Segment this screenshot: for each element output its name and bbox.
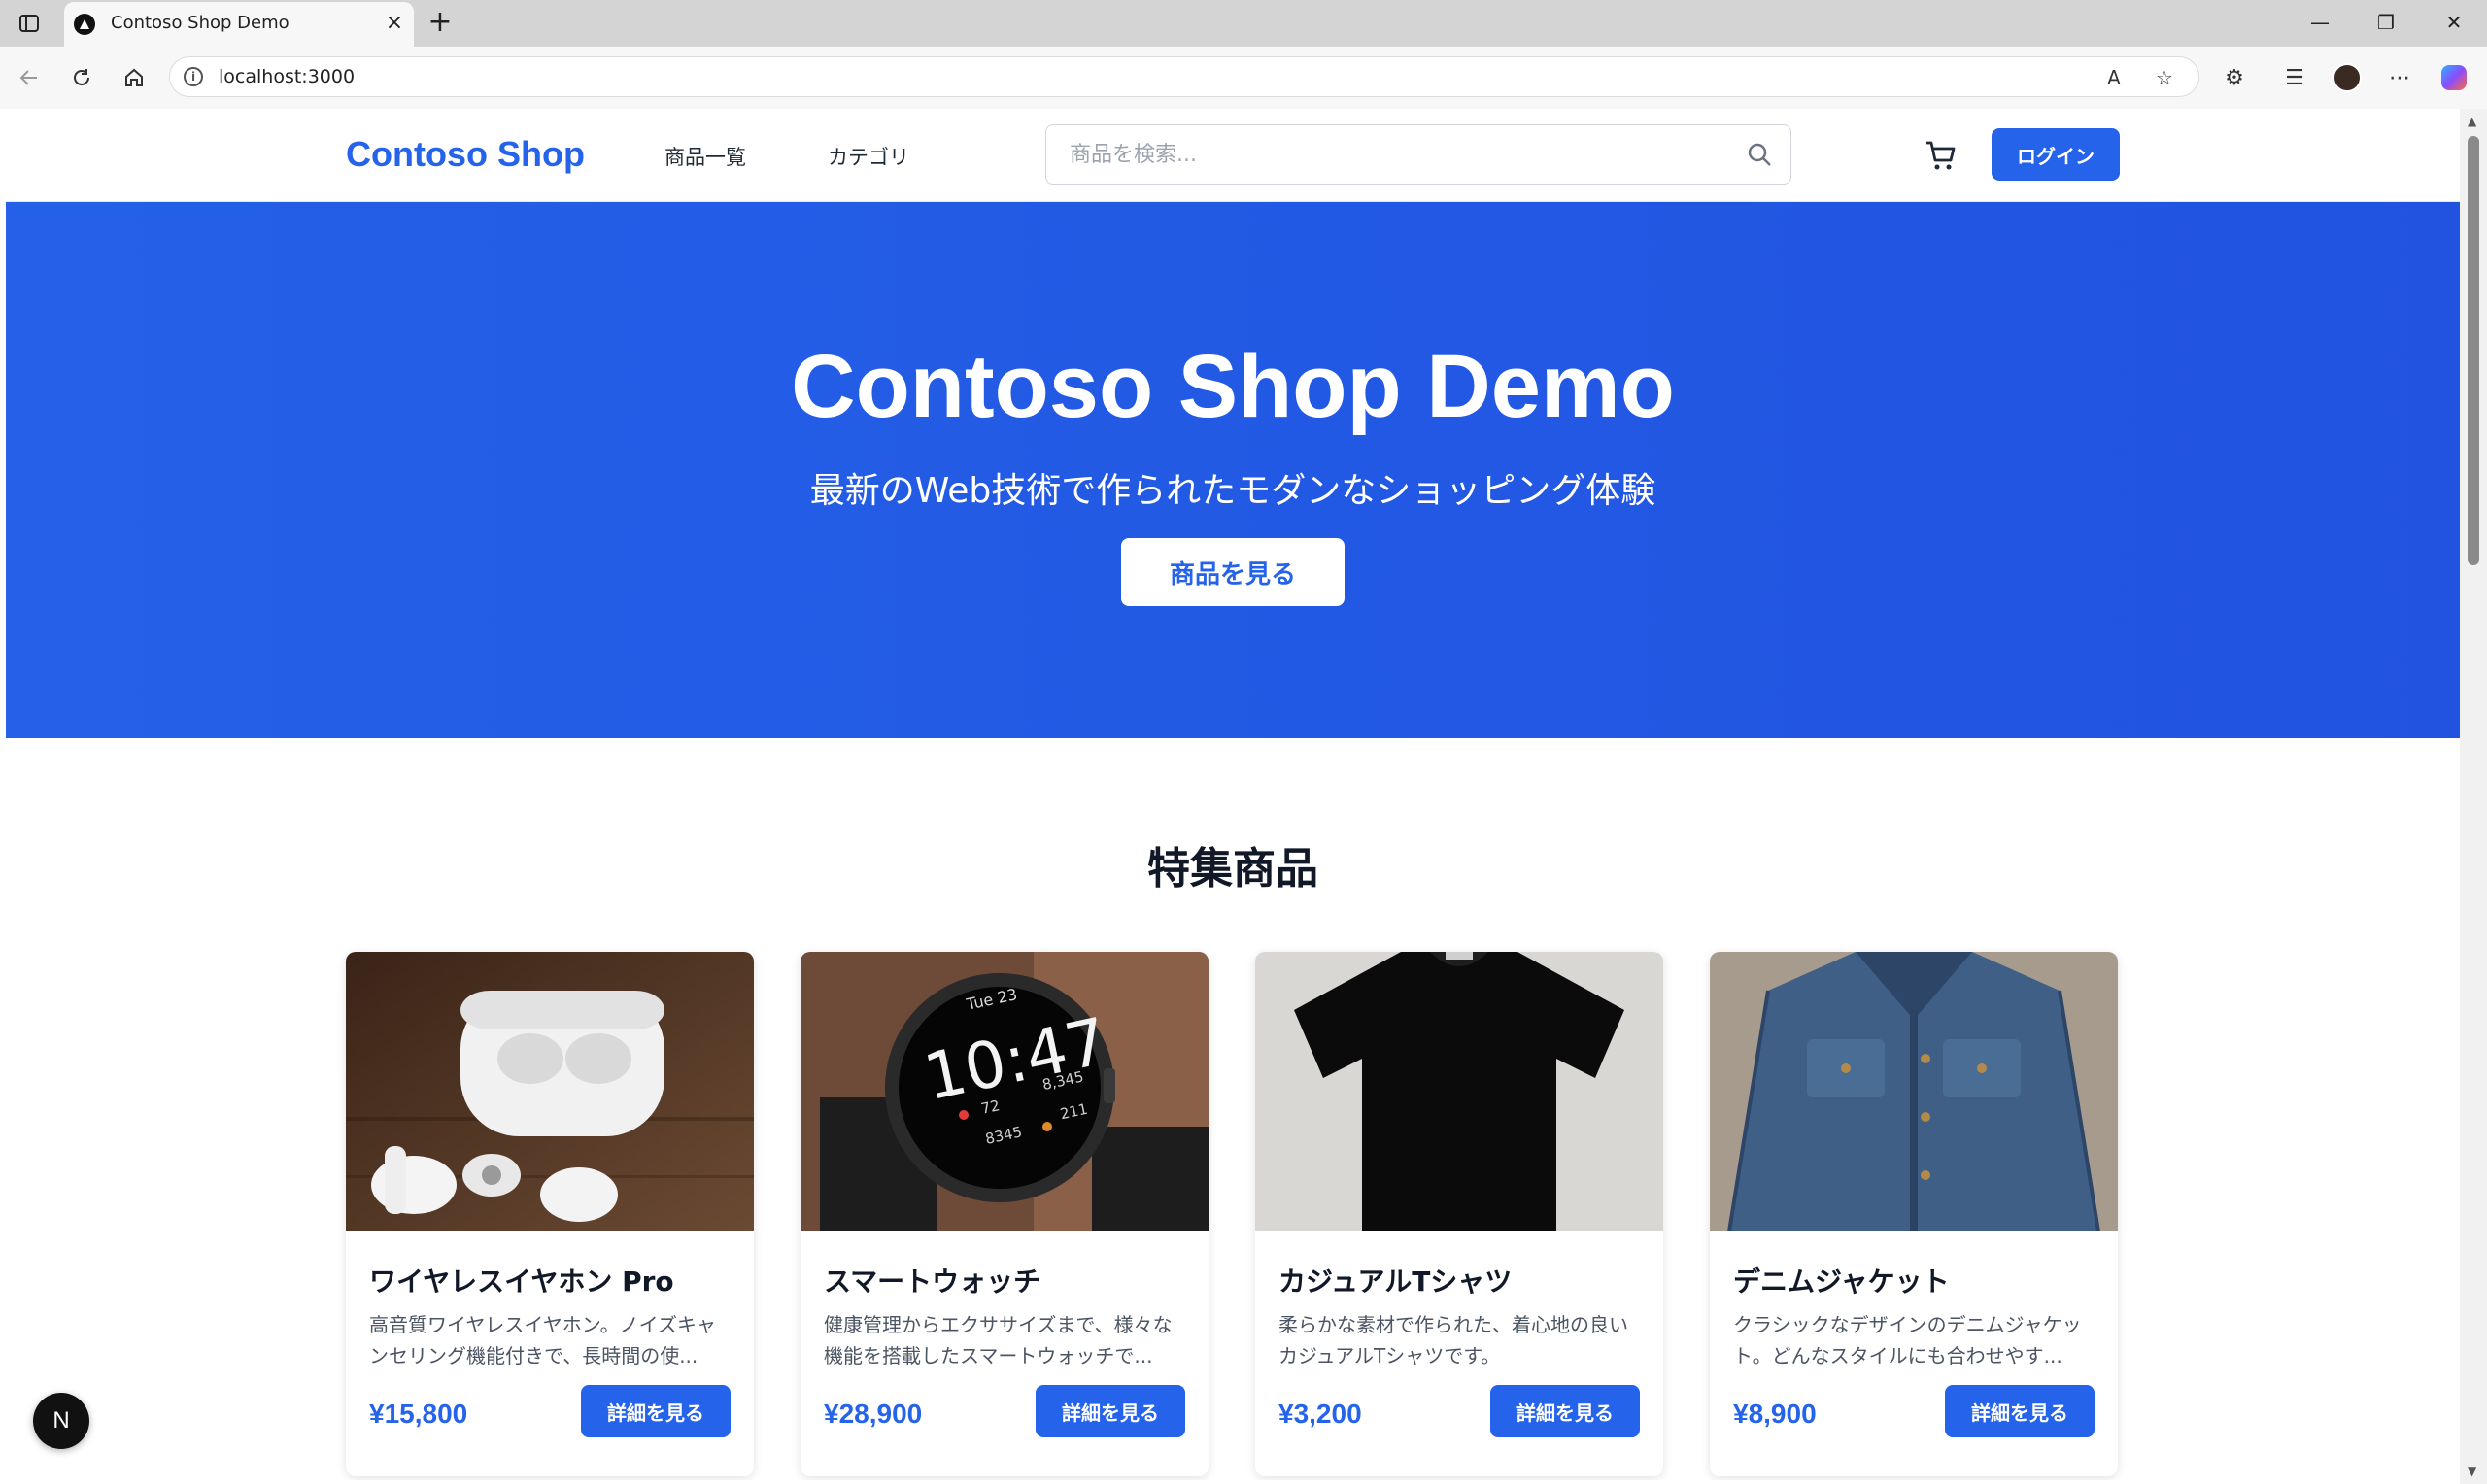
extensions-icon[interactable]: ⚙ (2217, 60, 2252, 95)
product-name: スマートウォッチ (824, 1265, 1041, 1298)
copilot-icon[interactable] (2436, 60, 2471, 95)
product-name: デニムジャケット (1733, 1265, 1950, 1298)
product-name: ワイヤレスイヤホン Pro (369, 1265, 674, 1298)
search-box (1045, 124, 1791, 185)
tab-close-icon[interactable]: × (383, 12, 406, 35)
new-tab-button[interactable]: + (426, 8, 455, 37)
minimize-icon[interactable]: — (2300, 8, 2339, 37)
hero-title: Contoso Shop Demo (791, 337, 1675, 436)
product-card[interactable]: Tue 23 10:47 72 8,345 8345 211 スマートウォッチ … (801, 952, 1209, 1476)
product-name: カジュアルTシャツ (1278, 1265, 1513, 1298)
favorites-icon[interactable]: ☰ (2277, 60, 2312, 95)
nav-products-link[interactable]: 商品一覧 (664, 142, 746, 171)
product-detail-button[interactable]: 詳細を見る (581, 1385, 731, 1437)
product-price: ¥8,900 (1733, 1399, 1817, 1429)
reload-icon[interactable] (64, 60, 99, 95)
site-info-icon[interactable]: i (184, 67, 203, 86)
product-image-earbuds[interactable] (346, 952, 754, 1231)
site-header: Contoso Shop 商品一覧 カテゴリ ログイン (6, 109, 2460, 202)
url-text[interactable]: localhost:3000 (219, 66, 355, 87)
restore-icon[interactable]: ❐ (2367, 8, 2405, 37)
tab-title: Contoso Shop Demo (111, 13, 290, 33)
nextjs-devtools-button[interactable]: N (33, 1393, 89, 1449)
search-icon[interactable] (1746, 141, 1773, 168)
home-icon[interactable] (117, 60, 152, 95)
scroll-up-icon[interactable]: ▲ (2468, 115, 2476, 128)
read-aloud-icon[interactable]: A (2101, 65, 2127, 90)
product-detail-button[interactable]: 詳細を見る (1945, 1385, 2095, 1437)
hero-banner: Contoso Shop Demo 最新のWeb技術で作られたモダンなショッピン… (6, 202, 2460, 738)
page-scrollbar[interactable]: ▲ ▼ (2460, 109, 2487, 1484)
hero-subtitle: 最新のWeb技術で作られたモダンなショッピング体験 (809, 471, 1656, 511)
window-close-icon[interactable]: ✕ (2435, 8, 2473, 37)
page-viewport: Contoso Shop 商品一覧 カテゴリ ログイン Contoso Shop… (6, 109, 2460, 1480)
browser-toolbar: i localhost:3000 A ☆ ⚙ ☰ ⋯ (0, 47, 2487, 109)
product-description: 柔らかな素材で作られた、着心地の良いカジュアルTシャツです。 (1278, 1313, 1628, 1367)
product-description: 健康管理からエクササイズまで、様々な機能を搭載したスマートウォッチで... (824, 1313, 1173, 1367)
product-card[interactable]: ワイヤレスイヤホン Pro 高音質ワイヤレスイヤホン。ノイズキャンセリング機能付… (346, 952, 754, 1476)
scrollbar-thumb[interactable] (2468, 136, 2479, 565)
back-icon[interactable] (12, 60, 47, 95)
product-price: ¥3,200 (1278, 1399, 1362, 1429)
more-menu-icon[interactable]: ⋯ (2382, 60, 2417, 95)
browser-tab-bar: Contoso Shop Demo × + — ❐ ✕ (0, 0, 2487, 47)
favorite-star-icon[interactable]: ☆ (2152, 65, 2177, 90)
product-card[interactable]: カジュアルTシャツ 柔らかな素材で作られた、着心地の良いカジュアルTシャツです。… (1255, 952, 1663, 1476)
view-products-button[interactable]: 商品を見る (1121, 538, 1345, 606)
product-price: ¥28,900 (824, 1399, 923, 1429)
cart-icon[interactable] (1924, 138, 1959, 173)
scroll-down-icon[interactable]: ▼ (2468, 1465, 2476, 1478)
product-description: 高音質ワイヤレスイヤホン。ノイズキャンセリング機能付きで、長時間の使... (369, 1313, 716, 1367)
nextjs-favicon-icon (74, 14, 95, 35)
address-bar[interactable]: i localhost:3000 A ☆ (169, 56, 2199, 97)
login-button[interactable]: ログイン (1992, 128, 2120, 181)
browser-tab-active[interactable]: Contoso Shop Demo × (64, 2, 414, 47)
product-image-smartwatch[interactable]: Tue 23 10:47 72 8,345 8345 211 (801, 952, 1209, 1231)
search-input[interactable] (1046, 125, 1726, 184)
product-description: クラシックなデザインのデニムジャケット。どんなスタイルにも合わせやす... (1733, 1313, 2082, 1367)
product-card[interactable]: デニムジャケット クラシックなデザインのデニムジャケット。どんなスタイルにも合わ… (1710, 952, 2118, 1476)
product-image-denim-jacket[interactable] (1710, 952, 2118, 1231)
profile-avatar-icon[interactable] (2330, 60, 2365, 95)
nav-categories-link[interactable]: カテゴリ (828, 142, 909, 171)
featured-section-title: 特集商品 (1147, 844, 1318, 894)
product-price: ¥15,800 (369, 1399, 468, 1429)
tab-actions-icon[interactable] (16, 10, 43, 37)
product-detail-button[interactable]: 詳細を見る (1036, 1385, 1185, 1437)
product-image-tshirt[interactable] (1255, 952, 1663, 1231)
site-logo[interactable]: Contoso Shop (346, 134, 585, 175)
product-detail-button[interactable]: 詳細を見る (1490, 1385, 1640, 1437)
